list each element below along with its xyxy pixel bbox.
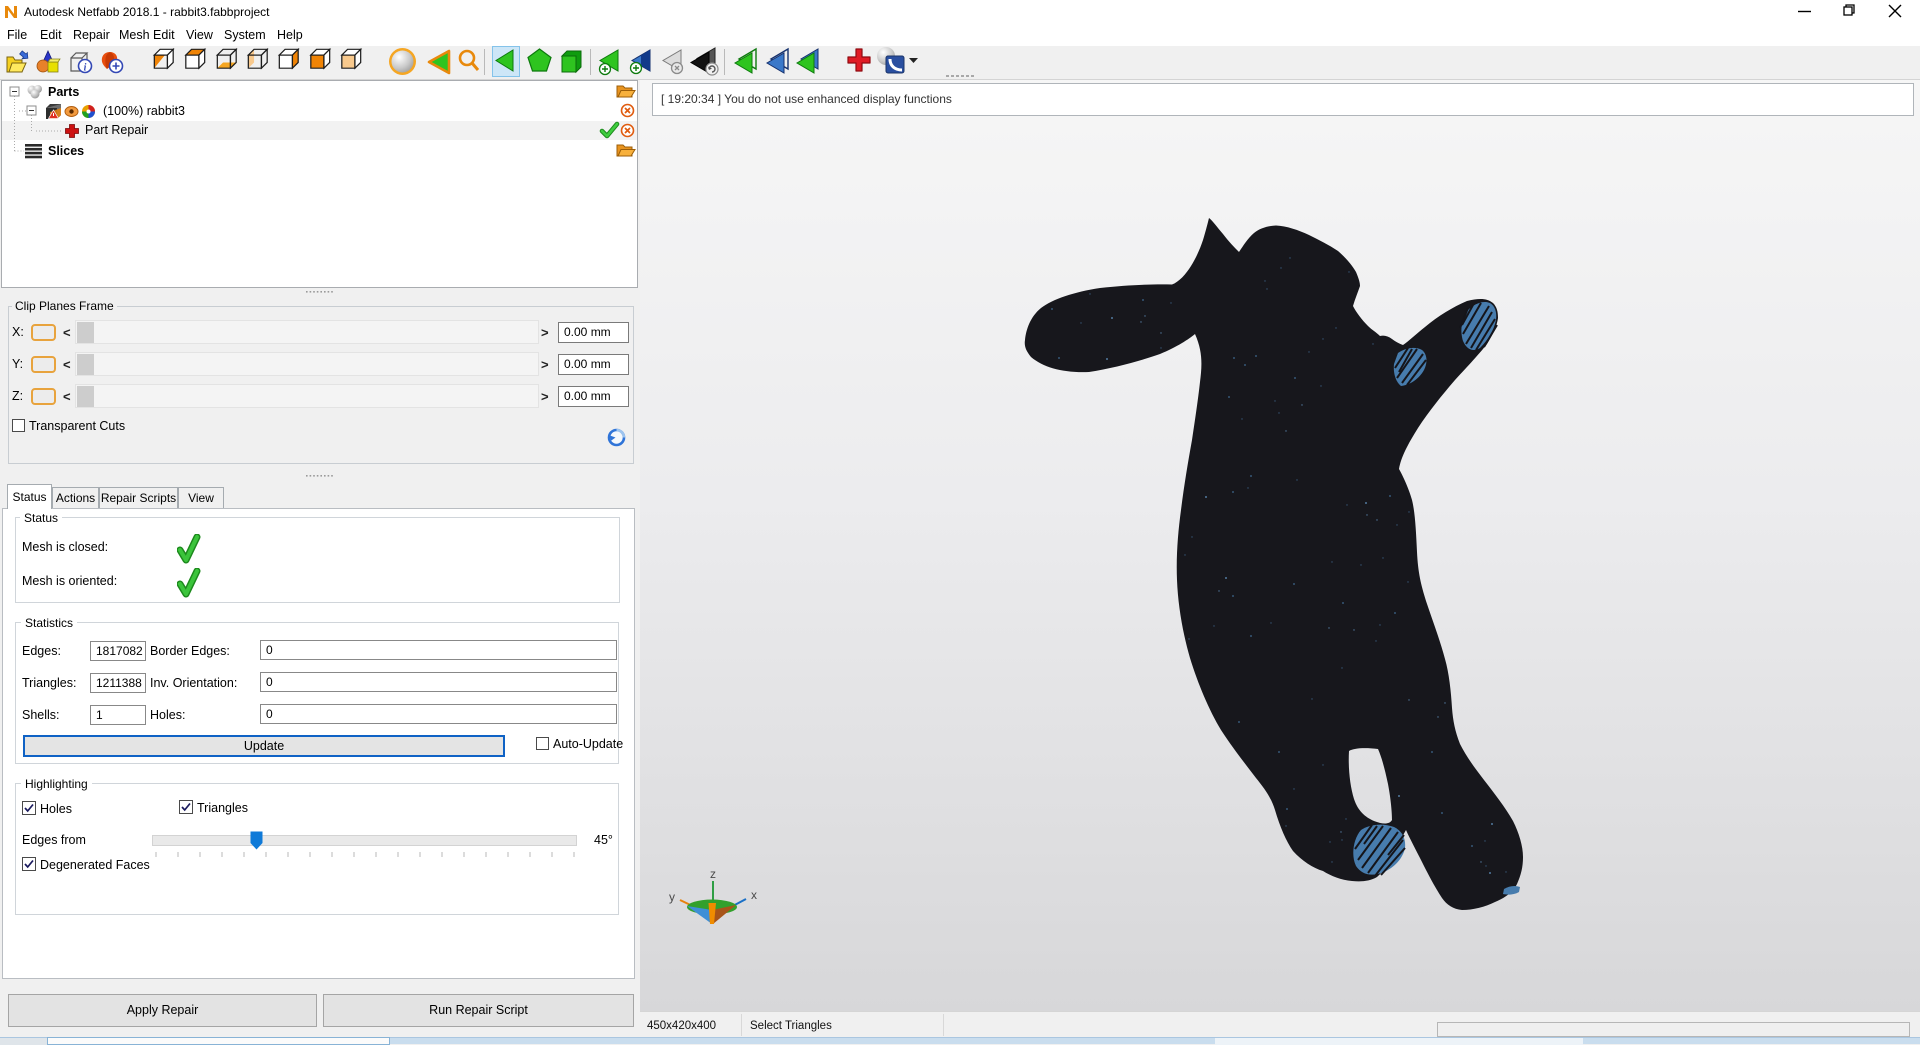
svg-text:z: z [710,867,716,881]
svg-text:y: y [669,890,675,904]
svg-text:i: i [84,63,87,74]
svg-text:x: x [751,888,757,902]
